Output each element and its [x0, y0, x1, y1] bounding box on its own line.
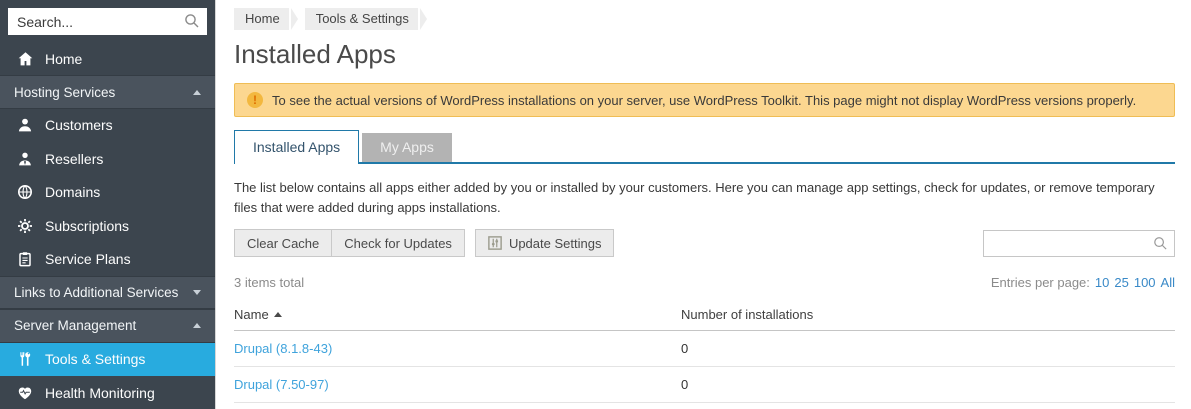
list-summary-row: 3 items total Entries per page: 10 25 10…	[234, 275, 1175, 290]
toolbar: Clear Cache Check for Updates Update Set…	[234, 229, 1175, 257]
sidebar-item-label: Health Monitoring	[45, 385, 155, 401]
entries-per-page-label: Entries per page:	[991, 275, 1090, 290]
sidebar-item-label: Home	[45, 51, 82, 67]
table-row: Drupal (7.50-97) 0	[234, 367, 1175, 403]
sidebar-item-label: Domains	[45, 184, 100, 200]
installation-count: 0	[681, 377, 688, 392]
sidebar-item-service-plans[interactable]: Service Plans	[0, 242, 215, 275]
sidebar-item-label: Service Plans	[45, 251, 131, 267]
sidebar-item-label: Subscriptions	[45, 218, 129, 234]
sidebar-item-health-monitoring[interactable]: Health Monitoring	[0, 376, 215, 409]
entries-option-25[interactable]: 25	[1114, 275, 1128, 290]
sort-ascending-icon	[274, 312, 282, 317]
table-header-row: Name Number of installations	[234, 301, 1175, 331]
breadcrumb-separator-icon	[420, 8, 427, 30]
domains-icon	[16, 184, 34, 200]
tab-my-apps[interactable]: My Apps	[362, 133, 452, 162]
tab-bar: Installed Apps My Apps	[234, 130, 1175, 164]
search-icon[interactable]	[1153, 236, 1168, 254]
breadcrumb-tools-settings[interactable]: Tools & Settings	[305, 8, 418, 30]
list-search-container	[983, 230, 1175, 257]
sidebar-item-domains[interactable]: Domains	[0, 176, 215, 209]
sidebar-item-tools-settings[interactable]: Tools & Settings	[0, 343, 215, 376]
exclamation-circle-icon: !	[247, 92, 263, 108]
table-row: Drupal (8.1.8-43) 0	[234, 331, 1175, 367]
breadcrumb-separator-icon	[291, 8, 298, 30]
tools-settings-icon	[16, 351, 34, 367]
items-total: 3 items total	[234, 275, 304, 290]
sort-by-name[interactable]: Name	[234, 307, 282, 322]
sidebar-item-label: Resellers	[45, 151, 103, 167]
column-name-label: Name	[234, 307, 269, 322]
clear-cache-button[interactable]: Clear Cache	[234, 229, 332, 257]
health-monitoring-icon	[16, 385, 34, 401]
chevron-down-icon	[193, 290, 201, 295]
list-search-input[interactable]	[983, 230, 1175, 257]
sidebar-section-hosting-services[interactable]: Hosting Services	[0, 75, 215, 108]
chevron-up-icon	[193, 90, 201, 95]
sidebar-item-label: Customers	[45, 117, 113, 133]
button-group: Clear Cache Check for Updates	[234, 229, 465, 257]
entries-option-100[interactable]: 100	[1134, 275, 1156, 290]
sidebar-item-customers[interactable]: Customers	[0, 109, 215, 142]
update-settings-label: Update Settings	[509, 236, 602, 251]
sidebar-item-resellers[interactable]: Resellers	[0, 142, 215, 175]
entries-option-all[interactable]: All	[1161, 275, 1175, 290]
service-plans-icon	[16, 251, 34, 267]
sidebar-section-label: Server Management	[14, 318, 136, 333]
chevron-up-icon	[193, 323, 201, 328]
page-description: The list below contains all apps either …	[234, 178, 1175, 218]
sidebar: Home Hosting Services Customers Reseller…	[0, 0, 215, 409]
warning-text: To see the actual versions of WordPress …	[272, 93, 1136, 108]
check-for-updates-button[interactable]: Check for Updates	[331, 229, 465, 257]
installation-count: 0	[681, 341, 688, 356]
sidebar-item-subscriptions[interactable]: Subscriptions	[0, 209, 215, 242]
page-title: Installed Apps	[234, 39, 1175, 70]
column-header-installations: Number of installations	[681, 301, 1175, 331]
sidebar-section-server-management[interactable]: Server Management	[0, 309, 215, 342]
breadcrumb: Home Tools & Settings	[234, 8, 1175, 30]
breadcrumb-home[interactable]: Home	[234, 8, 289, 30]
entries-per-page: Entries per page: 10 25 100 All	[991, 275, 1175, 290]
update-settings-button[interactable]: Update Settings	[475, 229, 615, 257]
subscriptions-icon	[16, 218, 34, 234]
warning-banner: ! To see the actual versions of WordPres…	[234, 83, 1175, 117]
app-link-drupal-8[interactable]: Drupal (8.1.8-43)	[234, 341, 332, 356]
sidebar-search-input[interactable]	[8, 8, 207, 35]
sidebar-search-container	[0, 0, 215, 42]
app-link-drupal-7[interactable]: Drupal (7.50-97)	[234, 377, 329, 392]
table-row: WordPress (4.6-233) 1	[234, 403, 1175, 409]
sidebar-section-label: Links to Additional Services	[14, 285, 178, 300]
sliders-icon	[488, 236, 502, 250]
sidebar-item-label: Tools & Settings	[45, 351, 145, 367]
entries-option-10[interactable]: 10	[1095, 275, 1109, 290]
sidebar-item-home[interactable]: Home	[0, 42, 215, 75]
sidebar-section-label: Hosting Services	[14, 85, 115, 100]
column-header-name: Name	[234, 301, 681, 331]
search-icon[interactable]	[184, 13, 200, 32]
resellers-icon	[16, 151, 34, 167]
main-content: Home Tools & Settings Installed Apps ! T…	[215, 0, 1191, 409]
customers-icon	[16, 117, 34, 133]
tab-installed-apps[interactable]: Installed Apps	[234, 130, 359, 164]
installed-apps-table: Name Number of installations Drupal (8.1…	[234, 301, 1175, 409]
home-icon	[16, 51, 34, 67]
sidebar-section-links-additional-services[interactable]: Links to Additional Services	[0, 276, 215, 309]
